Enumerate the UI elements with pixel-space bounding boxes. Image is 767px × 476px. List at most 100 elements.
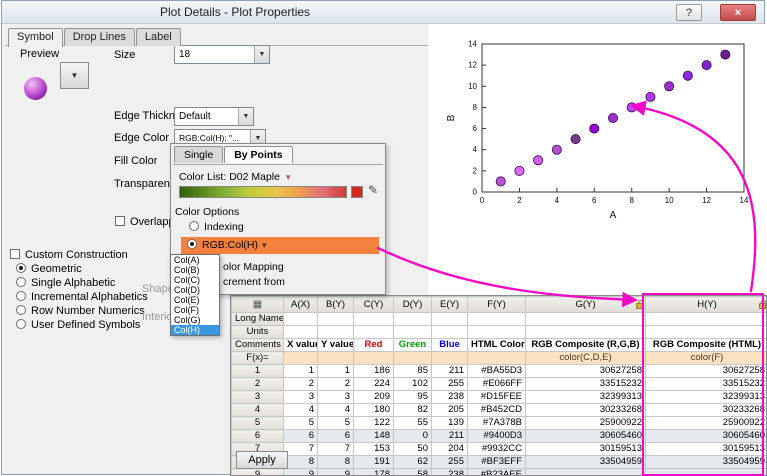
cell[interactable]: RGB Composite (HTML) xyxy=(646,339,767,352)
cell[interactable]: 58 xyxy=(394,469,432,476)
cell[interactable]: 211 xyxy=(432,365,468,378)
cell[interactable]: 33504959 xyxy=(646,456,767,469)
cell[interactable] xyxy=(394,326,432,339)
cell[interactable]: color(C,D,E) xyxy=(526,352,646,365)
column-header-g-y[interactable]: G(Y) xyxy=(526,297,646,313)
cell[interactable]: #9932CC xyxy=(468,443,526,456)
cell[interactable]: 30159513 xyxy=(526,443,646,456)
cell[interactable]: 30627258 xyxy=(646,365,767,378)
increment-from-option-label[interactable]: crement from xyxy=(223,276,285,288)
cell[interactable]: 4 xyxy=(318,404,354,417)
cell[interactable]: 7 xyxy=(284,443,318,456)
cell[interactable]: #BF3EFF xyxy=(468,456,526,469)
cell[interactable]: 25900922 xyxy=(526,417,646,430)
cell[interactable]: X values xyxy=(284,339,318,352)
column-header-h-y[interactable]: H(Y) xyxy=(646,297,767,313)
cell[interactable]: 2 xyxy=(284,378,318,391)
cell[interactable]: #B452CD xyxy=(468,404,526,417)
cell[interactable] xyxy=(432,313,468,326)
cell[interactable]: 4 xyxy=(284,404,318,417)
column-header-a-x[interactable]: A(X) xyxy=(284,297,318,313)
apply-button[interactable]: Apply xyxy=(236,451,288,469)
cell[interactable]: 25900922 xyxy=(646,417,767,430)
row-header[interactable]: Units xyxy=(232,326,284,339)
row-header[interactable]: 2 xyxy=(232,378,284,391)
column-option-col-g[interactable]: Col(G) xyxy=(171,315,219,325)
tab-drop-lines[interactable]: Drop Lines xyxy=(64,28,135,46)
cell[interactable]: 30233268 xyxy=(646,404,767,417)
row-header[interactable]: 1 xyxy=(232,365,284,378)
popup-tab-by-points[interactable]: By Points xyxy=(224,146,292,163)
cell[interactable] xyxy=(394,352,432,365)
column-option-col-b[interactable]: Col(B) xyxy=(171,265,219,275)
worksheet-corner-cell[interactable]: ▦ xyxy=(232,297,284,313)
cell[interactable]: 50 xyxy=(394,443,432,456)
cell[interactable] xyxy=(468,313,526,326)
column-option-col-d[interactable]: Col(D) xyxy=(171,285,219,295)
column-option-col-a[interactable]: Col(A) xyxy=(171,255,219,265)
edit-palette-icon[interactable]: ✎ xyxy=(368,183,378,197)
radio-geometric[interactable]: Geometric xyxy=(16,263,148,276)
edge-thickness-select[interactable]: Default ▼ xyxy=(174,107,254,126)
column-option-col-f[interactable]: Col(F) xyxy=(171,305,219,315)
cell[interactable]: 0 xyxy=(394,430,432,443)
cell[interactable]: #BA55D3 xyxy=(468,365,526,378)
cell[interactable]: color(F) xyxy=(646,352,767,365)
cell[interactable] xyxy=(526,313,646,326)
cell[interactable]: 32399313 xyxy=(646,391,767,404)
cell[interactable] xyxy=(526,326,646,339)
chevron-down-icon[interactable]: ▾ xyxy=(286,172,291,182)
cell[interactable]: 191 xyxy=(354,456,394,469)
indexing-option[interactable]: Indexing xyxy=(189,221,244,233)
cell[interactable]: 82 xyxy=(394,404,432,417)
cell[interactable]: 2 xyxy=(318,378,354,391)
cell[interactable]: 8 xyxy=(318,456,354,469)
cell[interactable]: HTML Color xyxy=(468,339,526,352)
cell[interactable] xyxy=(354,352,394,365)
cell[interactable]: Y values xyxy=(318,339,354,352)
red-color-swatch[interactable] xyxy=(351,186,363,198)
cell[interactable]: 186 xyxy=(354,365,394,378)
column-header-b-y[interactable]: B(Y) xyxy=(318,297,354,313)
cell[interactable]: 32399313 xyxy=(526,391,646,404)
cell[interactable]: #D15FEE xyxy=(468,391,526,404)
cell[interactable]: 30627258 xyxy=(526,365,646,378)
cell[interactable] xyxy=(284,313,318,326)
row-header[interactable]: Comments xyxy=(232,339,284,352)
cell[interactable]: 62 xyxy=(394,456,432,469)
cell[interactable]: 255 xyxy=(432,456,468,469)
cell[interactable]: 139 xyxy=(432,417,468,430)
cell[interactable]: 211 xyxy=(432,430,468,443)
size-select[interactable]: 18 ▼ xyxy=(174,45,270,64)
dialog-titlebar[interactable]: Plot Details - Plot Properties ? × xyxy=(2,1,764,24)
cell[interactable]: 9 xyxy=(318,469,354,476)
custom-construction-checkbox[interactable]: Custom Construction xyxy=(10,249,128,261)
cell[interactable] xyxy=(646,326,767,339)
cell[interactable]: 153 xyxy=(354,443,394,456)
cell[interactable]: RGB Composite (R,G,B) xyxy=(526,339,646,352)
cell[interactable]: 178 xyxy=(354,469,394,476)
column-header-e-y[interactable]: E(Y) xyxy=(432,297,468,313)
cell[interactable]: 1 xyxy=(318,365,354,378)
radio-row-number-numerics[interactable]: Row Number Numerics xyxy=(16,305,148,318)
cell[interactable]: 33515232 xyxy=(526,378,646,391)
rgb-col-option[interactable]: RGB:Col(H)▾ xyxy=(181,237,379,254)
cell[interactable]: 95 xyxy=(394,391,432,404)
cell[interactable]: 209 xyxy=(354,391,394,404)
cell[interactable]: 205 xyxy=(432,404,468,417)
cell[interactable]: Blue xyxy=(432,339,468,352)
cell[interactable] xyxy=(394,313,432,326)
cell[interactable] xyxy=(318,352,354,365)
cell[interactable] xyxy=(354,313,394,326)
cell[interactable]: #B23AEE xyxy=(468,469,526,476)
popup-tab-single[interactable]: Single xyxy=(174,146,223,163)
row-header[interactable]: 6 xyxy=(232,430,284,443)
cell[interactable]: 30233268 xyxy=(526,404,646,417)
cell[interactable]: #7A378B xyxy=(468,417,526,430)
radio-incremental-alphabetics[interactable]: Incremental Alphabetics xyxy=(16,291,148,304)
cell[interactable]: Green xyxy=(394,339,432,352)
cell[interactable]: 255 xyxy=(432,378,468,391)
cell[interactable]: 85 xyxy=(394,365,432,378)
cell[interactable] xyxy=(432,326,468,339)
color-mapping-option-label[interactable]: olor Mapping xyxy=(223,261,284,273)
